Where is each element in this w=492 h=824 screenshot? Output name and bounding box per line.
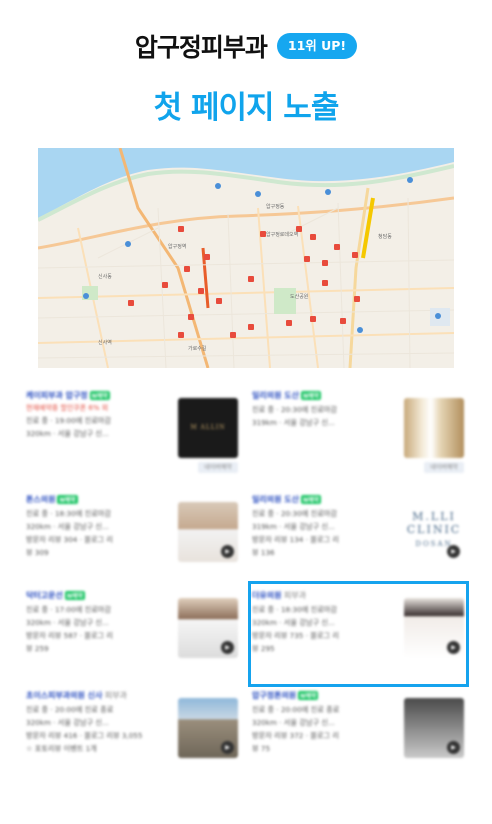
map-canvas: 압구정동 신사동 압구정로데오역 청담동 도산공원 압구정역 신사역 가로수길 xyxy=(38,148,454,368)
video-play-icon[interactable]: ▶ xyxy=(221,641,234,654)
map-label: 신사동 xyxy=(98,273,112,280)
result-info-line: 진료 중 · 20:30에 진료마감 xyxy=(252,509,338,518)
result-name[interactable]: 압구정톤의원 N예약 xyxy=(252,690,400,702)
result-info-line: 320km · 서울 강남구 신... xyxy=(26,429,109,438)
result-info-line: 뷰 136 xyxy=(252,548,275,557)
result-card[interactable]: 일리의원 도산 N예약진료 중 · 20:30에 진료마감 319km · 서울 강… xyxy=(248,492,470,592)
result-info-line: 319km · 서울 강남구 신... xyxy=(252,522,335,531)
result-info-line: 방문자 리뷰 416 · 블로그 리뷰 3,055 xyxy=(26,731,143,740)
result-thumbnail[interactable]: ▶ xyxy=(178,698,238,758)
result-card[interactable]: 케이피부과 압구정 N예약현재예약중 할인쿠폰 6% 외진료 중 · 19:00에… xyxy=(22,388,244,488)
map-label: 도산공원 xyxy=(290,293,309,300)
result-info-line: 진료 중 · 20:30에 진료마감 xyxy=(252,405,338,414)
result-info-line: 320km · 서울 강남구 신... xyxy=(26,718,109,727)
result-name[interactable]: 일리의원 도산 N예약 xyxy=(252,390,400,402)
result-info-line: 뷰 259 xyxy=(26,644,49,653)
result-info-line: 뷰 75 xyxy=(252,744,271,753)
result-name[interactable]: 톤스의원 N예약 xyxy=(26,494,174,506)
result-info-line: 진료 중 · 18:30에 진료마감 xyxy=(26,509,112,518)
result-category: 피부과 xyxy=(102,691,128,700)
booking-badge: N예약 xyxy=(57,495,78,504)
result-info-line: 320km · 서울 강남구 신... xyxy=(252,718,335,727)
result-thumbnail[interactable]: ▶ xyxy=(178,598,238,658)
result-promo: 현재예약중 할인쿠폰 6% 외 xyxy=(26,404,109,412)
header: 압구정피부과 11위 UP! xyxy=(0,26,492,66)
result-name[interactable]: 케이피부과 압구정 N예약 xyxy=(26,390,174,402)
map-label: 청담동 xyxy=(378,233,392,240)
result-info-line: 320km · 서울 강남구 신... xyxy=(26,522,109,531)
ranking-highlight-box xyxy=(248,581,469,687)
map-label: 압구정역 xyxy=(168,243,186,250)
result-thumbnail[interactable]: M.LLI CLINIC DOSAN ▶ xyxy=(404,502,464,562)
booking-badge: N예약 xyxy=(89,391,110,400)
result-info-line: 319km · 서울 강남구 신... xyxy=(252,418,335,427)
search-keyword: 압구정피부과 xyxy=(134,33,268,62)
result-thumbnail[interactable]: M ALLIN xyxy=(178,398,238,458)
booking-badge: N예약 xyxy=(298,691,319,700)
video-play-icon[interactable]: ▶ xyxy=(447,741,460,754)
thumbnail-tag: 네이버예약 xyxy=(424,462,464,473)
result-card[interactable]: 닥터고운선 N예약진료 중 · 17:00에 진료마감 320km · 서울 강남구… xyxy=(22,588,244,688)
result-info-line: 방문자 리뷰 372 · 블로그 리 xyxy=(252,731,339,740)
result-thumbnail[interactable]: ▶ xyxy=(404,698,464,758)
result-info-line: 진료 중 · 20:00에 진료 종료 xyxy=(252,705,340,714)
result-card[interactable]: 초이스피부과의원 신사 피부과진료 중 · 20:00에 진료 종료 320km … xyxy=(22,688,244,788)
result-card[interactable]: 일리의원 도산 N예약진료 중 · 20:30에 진료마감 319km · 서울 강… xyxy=(248,388,470,488)
rank-badge: 11위 UP! xyxy=(276,32,358,60)
result-thumbnail[interactable]: ▶ xyxy=(178,502,238,562)
result-name[interactable]: 닥터고운선 N예약 xyxy=(26,590,174,602)
result-info-line: 320km · 서울 강남구 신... xyxy=(26,618,109,627)
result-thumbnail[interactable] xyxy=(404,398,464,458)
result-info-line: 방문자 리뷰 587 · 블로그 리 xyxy=(26,631,113,640)
booking-badge: N예약 xyxy=(64,591,85,600)
booking-badge: N예약 xyxy=(300,495,322,504)
map-label: 압구정동 xyxy=(266,203,285,210)
map[interactable]: 압구정동 신사동 압구정로데오역 청담동 도산공원 압구정역 신사역 가로수길 xyxy=(38,148,454,368)
result-card[interactable]: 톤스의원 N예약진료 중 · 18:30에 진료마감 320km · 서울 강남구 … xyxy=(22,492,244,592)
result-info-line: 진료 중 · 20:00에 진료 종료 xyxy=(26,705,114,714)
result-info-line: 방문자 리뷰 134 · 블로그 리 xyxy=(252,535,339,544)
result-info-line: 진료 중 · 19:00에 진료마감 xyxy=(26,416,112,425)
result-info-line: 방문자 리뷰 304 · 블로그 리 xyxy=(26,535,113,544)
thumbnail-tag: 네이버예약 xyxy=(198,462,238,473)
map-label: 압구정로데오역 xyxy=(266,231,298,238)
video-play-icon[interactable]: ▶ xyxy=(221,545,234,558)
result-info-line: ☆ 포토리뷰 이벤트 1개 xyxy=(26,744,97,753)
video-play-icon[interactable]: ▶ xyxy=(447,545,460,558)
map-label: 가로수길 xyxy=(188,345,207,352)
result-name[interactable]: 일리의원 도산 N예약 xyxy=(252,494,400,506)
result-name[interactable]: 초이스피부과의원 신사 피부과 xyxy=(26,690,174,702)
result-card[interactable]: 압구정톤의원 N예약진료 중 · 20:00에 진료 종료 320km · 서울 강… xyxy=(248,688,470,788)
result-info-line: 뷰 309 xyxy=(26,548,49,557)
result-info-line: 진료 중 · 17:00에 진료마감 xyxy=(26,605,112,614)
headline: 첫 페이지 노출 xyxy=(153,90,340,126)
booking-badge: N예약 xyxy=(300,391,322,400)
map-label: 신사역 xyxy=(98,339,112,346)
video-play-icon[interactable]: ▶ xyxy=(221,741,234,754)
